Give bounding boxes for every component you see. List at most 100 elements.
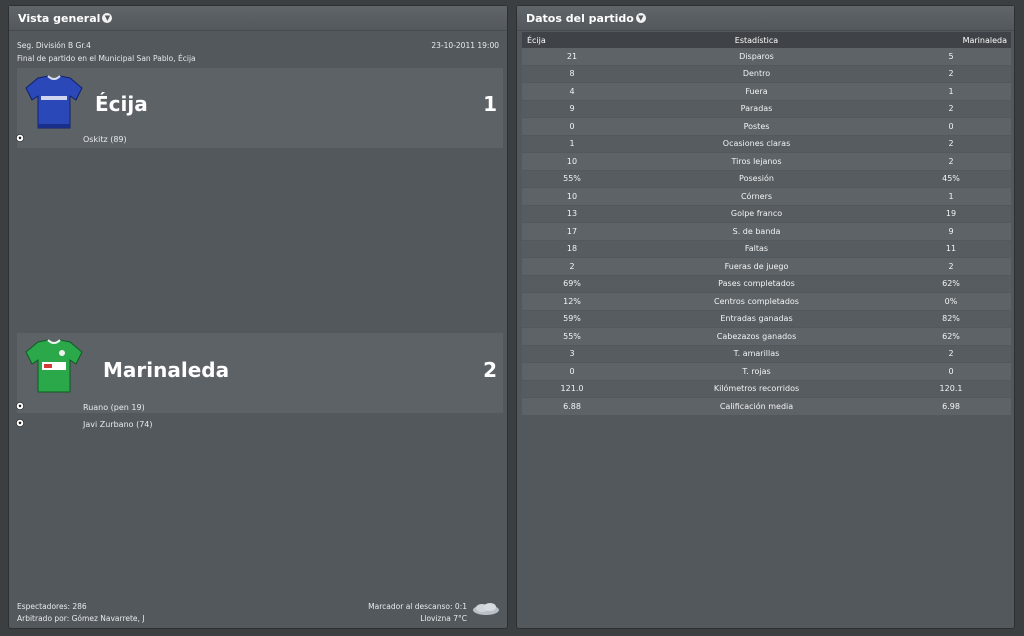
stat-home-value: 6.88 bbox=[563, 401, 581, 411]
stat-home-value: 21 bbox=[566, 51, 578, 61]
stat-away-value: 5 bbox=[948, 51, 954, 61]
stat-away-value: 45% bbox=[942, 174, 960, 184]
stat-home-value: 55% bbox=[563, 331, 581, 341]
stat-home-value: 0 bbox=[569, 366, 575, 376]
overview-header[interactable]: Vista general ▼ bbox=[9, 6, 507, 31]
stat-label: Córners bbox=[740, 191, 773, 201]
stat-away-value: 2 bbox=[948, 156, 954, 166]
stat-label: Cabezazos ganados bbox=[716, 331, 797, 341]
stat-home-value: 13 bbox=[566, 209, 578, 219]
table-row: 55% Posesión 45% bbox=[522, 170, 1011, 187]
table-row: 0 T. rojas 0 bbox=[522, 363, 1011, 380]
stats-table-header: Écija Estadística Marinaleda bbox=[522, 32, 1011, 48]
blue-shirt-icon bbox=[25, 75, 83, 129]
stat-home-value: 12% bbox=[563, 296, 581, 306]
match-date: 23-10-2011 19:00 bbox=[431, 41, 499, 50]
away-scorer-2[interactable]: Javi Zurbano (74) bbox=[83, 420, 153, 429]
stat-label: Dentro bbox=[742, 69, 771, 79]
away-scorer-1[interactable]: Ruano (pen 19) bbox=[83, 403, 145, 412]
away-team-block: Marinaleda 2 Ruano (pen 19) bbox=[16, 333, 503, 413]
column-header-away[interactable]: Marinaleda bbox=[891, 36, 1011, 45]
goal-ball-icon bbox=[16, 134, 24, 142]
stat-away-value: 6.98 bbox=[942, 401, 960, 411]
stats-header[interactable]: Datos del partido ▼ bbox=[517, 6, 1014, 31]
home-team-name[interactable]: Écija bbox=[95, 92, 148, 116]
overview-title: Vista general bbox=[18, 11, 101, 25]
stat-home-value: 59% bbox=[563, 314, 581, 324]
table-row: 10 Tiros lejanos 2 bbox=[522, 153, 1011, 170]
stat-away-value: 2 bbox=[948, 69, 954, 79]
table-row: 2 Fueras de juego 2 bbox=[522, 258, 1011, 275]
venue-text: Final de partido en el Municipal San Pab… bbox=[17, 54, 196, 63]
stat-label: Disparos bbox=[739, 51, 774, 61]
stat-home-value: 18 bbox=[566, 244, 578, 254]
stat-label: Kilómetros recorridos bbox=[713, 384, 800, 394]
halftime-score-text: Marcador al descanso: 0:1 bbox=[368, 602, 467, 611]
stat-label: Ocasiones claras bbox=[722, 139, 791, 149]
stat-away-value: 62% bbox=[942, 331, 960, 341]
stat-away-value: 0 bbox=[948, 121, 954, 131]
stat-away-value: 1 bbox=[948, 191, 954, 201]
stat-home-value: 17 bbox=[566, 226, 578, 236]
stat-away-value: 120.1 bbox=[939, 384, 963, 394]
stat-away-value: 0% bbox=[944, 296, 958, 306]
stat-home-value: 0 bbox=[569, 121, 575, 131]
stat-home-value: 3 bbox=[569, 349, 575, 359]
stat-label: S. de banda bbox=[732, 226, 781, 236]
stat-label: Entradas ganadas bbox=[720, 314, 793, 324]
stat-label: Tiros lejanos bbox=[731, 156, 782, 166]
stat-label: Centros completados bbox=[714, 296, 799, 306]
stat-away-value: 9 bbox=[948, 226, 954, 236]
stat-label: Posesión bbox=[739, 174, 774, 184]
dropdown-arrow-icon[interactable]: ▼ bbox=[635, 13, 646, 23]
stat-home-value: 8 bbox=[569, 69, 575, 79]
table-row: 59% Entradas ganadas 82% bbox=[522, 310, 1011, 327]
competition-label[interactable]: Seg. División B Gr.4 bbox=[17, 41, 91, 50]
stats-rows: 21 Disparos 5 8 Dentro 2 4 Fuera 1 9 Paradas 2 0 Post… bbox=[522, 48, 1011, 415]
stat-home-value: 10 bbox=[566, 191, 578, 201]
stat-away-value: 2 bbox=[948, 349, 954, 359]
table-row: 9 Paradas 2 bbox=[522, 100, 1011, 117]
stats-table: Écija Estadística Marinaleda 21 Disparos 5… bbox=[522, 32, 1011, 416]
stat-home-value: 4 bbox=[569, 86, 575, 96]
stat-label: Calificación media bbox=[719, 401, 794, 411]
table-row: 3 T. amarillas 2 bbox=[522, 345, 1011, 362]
stat-label: Pases completados bbox=[718, 279, 795, 289]
goal-ball-icon bbox=[16, 402, 24, 410]
stat-label: Paradas bbox=[740, 104, 773, 114]
referee-text[interactable]: Arbitrado por: Gómez Navarrete, J bbox=[17, 614, 145, 623]
goal-ball-icon bbox=[16, 419, 24, 427]
table-row: 1 Ocasiones claras 2 bbox=[522, 135, 1011, 152]
cloud-rain-icon bbox=[473, 603, 499, 615]
table-row: 10 Córners 1 bbox=[522, 188, 1011, 205]
stat-home-value: 9 bbox=[569, 104, 575, 114]
stat-label: Faltas bbox=[744, 244, 769, 254]
away-team-name[interactable]: Marinaleda bbox=[103, 358, 229, 382]
home-scorer-1[interactable]: Oskitz (89) bbox=[83, 135, 127, 144]
stat-home-value: 55% bbox=[563, 174, 581, 184]
stat-label: Postes bbox=[743, 121, 770, 131]
column-header-stat: Estadística bbox=[734, 35, 779, 45]
home-team-score: 1 bbox=[483, 92, 497, 116]
stat-home-value: 2 bbox=[569, 261, 575, 271]
stat-away-value: 62% bbox=[942, 279, 960, 289]
table-row: 13 Golpe franco 19 bbox=[522, 205, 1011, 222]
stat-label: Fueras de juego bbox=[724, 261, 789, 271]
table-row: 17 S. de banda 9 bbox=[522, 223, 1011, 240]
table-row: 4 Fuera 1 bbox=[522, 83, 1011, 100]
dropdown-arrow-icon[interactable]: ▼ bbox=[102, 13, 113, 23]
stat-home-value: 121.0 bbox=[560, 384, 584, 394]
stat-home-value: 1 bbox=[569, 139, 575, 149]
stat-label: Golpe franco bbox=[730, 209, 783, 219]
match-stats-panel: Datos del partido ▼ Écija Estadística Ma… bbox=[516, 5, 1015, 629]
table-row: 12% Centros completados 0% bbox=[522, 293, 1011, 310]
table-row: 6.88 Calificación media 6.98 bbox=[522, 398, 1011, 415]
home-team-block: Écija 1 Oskitz (89) bbox=[16, 68, 503, 148]
stats-title: Datos del partido bbox=[526, 11, 634, 25]
stat-away-value: 2 bbox=[948, 104, 954, 114]
stat-away-value: 0 bbox=[948, 366, 954, 376]
stat-away-value: 1 bbox=[948, 86, 954, 96]
stat-home-value: 10 bbox=[566, 156, 578, 166]
column-header-home[interactable]: Écija bbox=[522, 36, 622, 45]
table-row: 121.0 Kilómetros recorridos 120.1 bbox=[522, 380, 1011, 397]
